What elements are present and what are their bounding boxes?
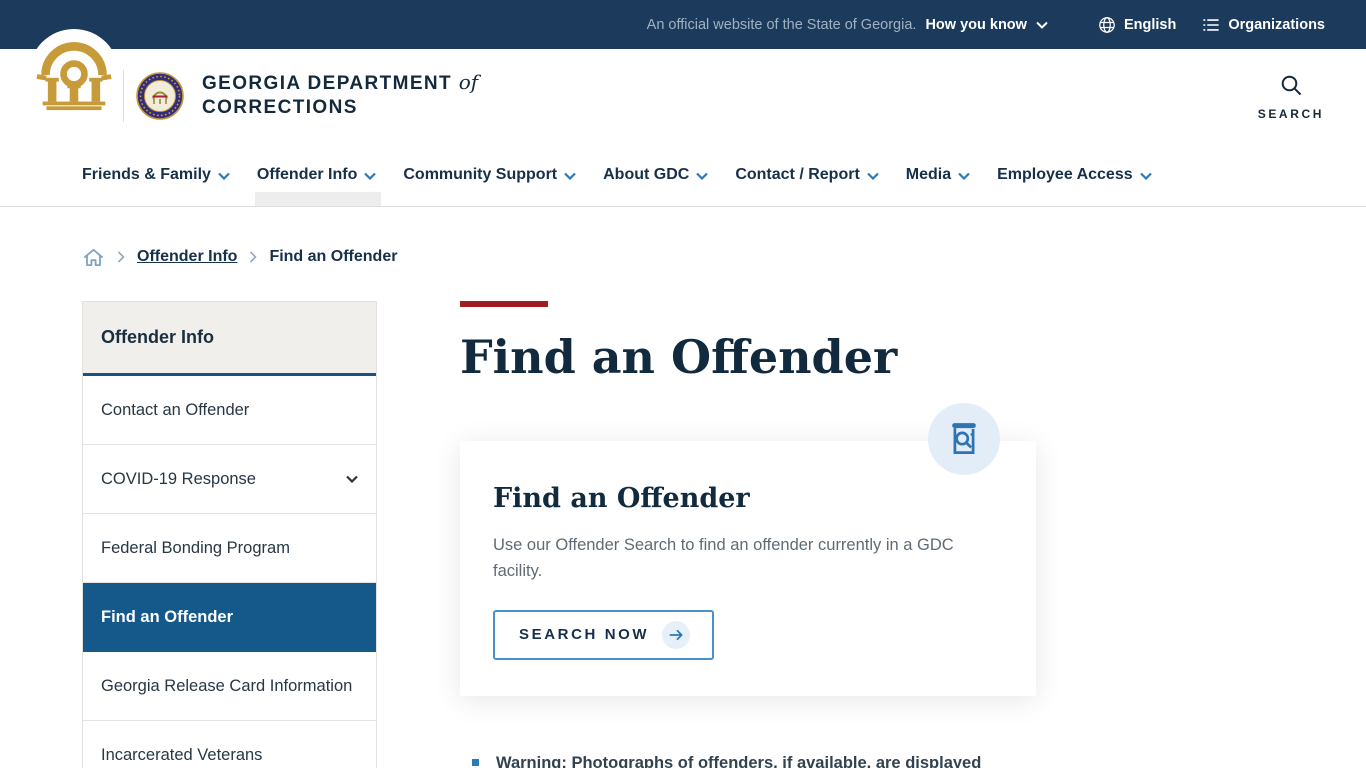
card-description: Use our Offender Search to find an offen… [493, 535, 954, 580]
chevron-down-icon [1036, 21, 1048, 29]
nav-item-label: Community Support [403, 165, 558, 183]
warning-text: Warning: Photographs of offenders, if av… [496, 753, 982, 768]
nav-item-offender-info[interactable]: Offender Info [254, 143, 382, 206]
breadcrumb-link-offender-info[interactable]: Offender Info [137, 248, 237, 266]
nav-item-about-gdc[interactable]: About GDC [603, 143, 709, 206]
site-title[interactable]: GEORGIA DEPARTMENT of CORRECTIONS [202, 70, 478, 120]
chevron-down-icon [218, 172, 230, 180]
find-offender-card-wrap: Find an Offender Use our Offender Search… [460, 402, 1036, 696]
arrow-right-icon [662, 620, 691, 649]
nav-item-contact-report[interactable]: Contact / Report [735, 143, 879, 206]
site-title-of: of [458, 70, 479, 94]
chevron-down-icon [867, 172, 879, 180]
sidebar-list: Contact an Offender COVID-19 Response Fede… [83, 376, 376, 768]
card-title: Find an Offender [493, 482, 750, 514]
warning-list-item: Warning: Photographs of offenders, if av… [460, 751, 1036, 768]
search-now-label: SEARCH NOW [519, 626, 650, 643]
find-offender-card: Find an Offender Use our Offender Search… [460, 440, 1036, 696]
nav-item-label: Friends & Family [82, 165, 211, 183]
header-divider [123, 70, 124, 122]
nav-item-label: About GDC [603, 165, 690, 183]
gdc-seal-icon [136, 72, 184, 120]
nav-item-label: Employee Access [997, 165, 1133, 183]
home-icon [84, 248, 103, 267]
sidebar-item-label: Incarcerated Veterans [101, 746, 263, 764]
sidebar-item-label: COVID-19 Response [101, 470, 256, 488]
sidebar-item-label: Georgia Release Card Information [101, 677, 353, 695]
search-icon [1281, 75, 1302, 96]
how-you-know-button[interactable]: How you know [925, 17, 1048, 33]
chevron-right-icon [117, 251, 125, 263]
page-title: Find an Offender [460, 330, 898, 384]
how-you-know-label: How you know [925, 16, 1027, 33]
nav-item-label: Media [905, 165, 952, 183]
sidebar-item-covid-19-response[interactable]: COVID-19 Response [83, 445, 376, 514]
sidebar-item-incarcerated-veterans[interactable]: Incarcerated Veterans [83, 721, 376, 768]
sidebar-item-label: Federal Bonding Program [101, 539, 290, 557]
site-title-line1: GEORGIA DEPARTMENT [202, 73, 453, 94]
chevron-down-icon [958, 172, 970, 180]
nav-item-media[interactable]: Media [906, 143, 970, 206]
nav-item-employee-access[interactable]: Employee Access [997, 143, 1152, 206]
sidebar-item-federal-bonding-program[interactable]: Federal Bonding Program [83, 514, 376, 583]
language-label: English [1123, 16, 1177, 33]
search-now-button[interactable]: SEARCH NOW [493, 609, 715, 660]
header-search-button[interactable]: SEARCH [1258, 73, 1324, 121]
header-search-label: SEARCH [1257, 107, 1324, 121]
globe-icon [1098, 16, 1116, 34]
main-nav: Friends & Family Offender Info Community S… [0, 143, 1366, 207]
chevron-down-icon [696, 172, 709, 180]
sidebar-item-label: Find an Offender [101, 608, 233, 626]
sidebar-item-contact-an-offender[interactable]: Contact an Offender [83, 376, 376, 445]
sidebar-item-label: Contact an Offender [101, 401, 250, 419]
official-website-text: An official website of the State of Geor… [646, 16, 917, 33]
list-icon [1202, 16, 1220, 34]
breadcrumb: Offender Info Find an Offender [82, 245, 1366, 268]
main-column: Find an Offender Find an Offender Use ou… [460, 301, 1036, 768]
chevron-down-icon [564, 172, 576, 180]
heading-accent-bar [460, 301, 548, 307]
site-header: GEORGIA DEPARTMENT of CORRECTIONS SEARCH [0, 29, 1366, 143]
breadcrumb-current: Find an Offender [269, 247, 398, 265]
site-title-line2: CORRECTIONS [202, 97, 358, 118]
language-selector[interactable]: English [1098, 16, 1176, 34]
chevron-down-icon [1139, 172, 1152, 180]
chevron-right-icon [249, 251, 258, 263]
sidebar-item-georgia-release-card-information[interactable]: Georgia Release Card Information [83, 652, 376, 721]
arch-logo-icon [36, 42, 112, 111]
official-state-bar: An official website of the State of Geor… [0, 0, 1366, 49]
chevron-down-icon [364, 172, 377, 180]
sidebar-item-find-an-offender[interactable]: Find an Offender [83, 583, 376, 652]
sidebar-header: Offender Info [83, 302, 376, 376]
breadcrumb-home-link[interactable] [82, 247, 105, 268]
document-search-icon [928, 402, 1000, 475]
chevron-down-icon [346, 475, 358, 483]
organizations-button[interactable]: Organizations [1202, 16, 1325, 34]
nav-item-community-support[interactable]: Community Support [403, 143, 576, 206]
georgia-arch-logo[interactable] [29, 29, 119, 119]
organizations-label: Organizations [1228, 16, 1325, 33]
list-bullet [472, 758, 479, 766]
content-area: Offender Info Contact an Offender COVID-1… [82, 301, 1366, 768]
nav-item-friends-family[interactable]: Friends & Family [82, 143, 230, 206]
nav-item-label: Offender Info [256, 165, 358, 183]
sidebar-offender-info: Offender Info Contact an Offender COVID-1… [82, 301, 377, 768]
nav-item-label: Contact / Report [735, 165, 860, 183]
